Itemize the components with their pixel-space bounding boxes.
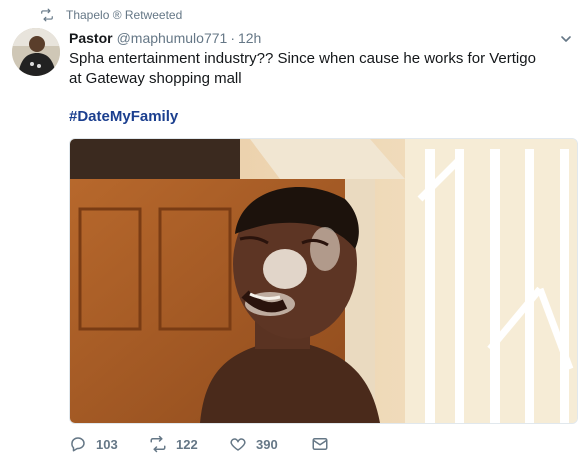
tweet-media-photo[interactable]: [69, 138, 578, 424]
author-handle[interactable]: @maphumulo771: [117, 30, 228, 46]
retweet-icon: [150, 435, 166, 453]
like-button[interactable]: 390: [229, 435, 311, 453]
direct-message-button[interactable]: [311, 435, 338, 453]
reply-count: 103: [96, 436, 118, 452]
envelope-icon: [312, 438, 328, 450]
heart-icon: [230, 438, 246, 451]
retweet-button[interactable]: 122: [149, 435, 229, 453]
author-display-name[interactable]: Pastor: [69, 30, 113, 46]
tweet-timestamp[interactable]: 12h: [238, 30, 261, 46]
separator-dot: ·: [230, 30, 235, 46]
retweet-icon: [41, 8, 53, 22]
like-count: 390: [256, 436, 278, 452]
photo-image: [70, 139, 577, 423]
tweet-actions: 103 122 390: [69, 432, 338, 456]
reply-icon: [71, 437, 85, 452]
retweet-context[interactable]: Thapelo ® Retweeted: [40, 6, 182, 24]
avatar[interactable]: [12, 28, 60, 76]
tweet-text: Spha entertainment industry?? Since when…: [69, 50, 536, 87]
chevron-down-icon[interactable]: [560, 33, 572, 45]
reply-button[interactable]: 103: [69, 435, 149, 453]
retweet-count: 122: [176, 436, 198, 452]
avatar-image: [12, 28, 60, 76]
retweet-context-label: Thapelo ® Retweeted: [66, 8, 183, 22]
tweet-header: Pastor @maphumulo771 · 12h: [69, 28, 261, 48]
hashtag-link[interactable]: #DateMyFamily: [69, 108, 178, 125]
